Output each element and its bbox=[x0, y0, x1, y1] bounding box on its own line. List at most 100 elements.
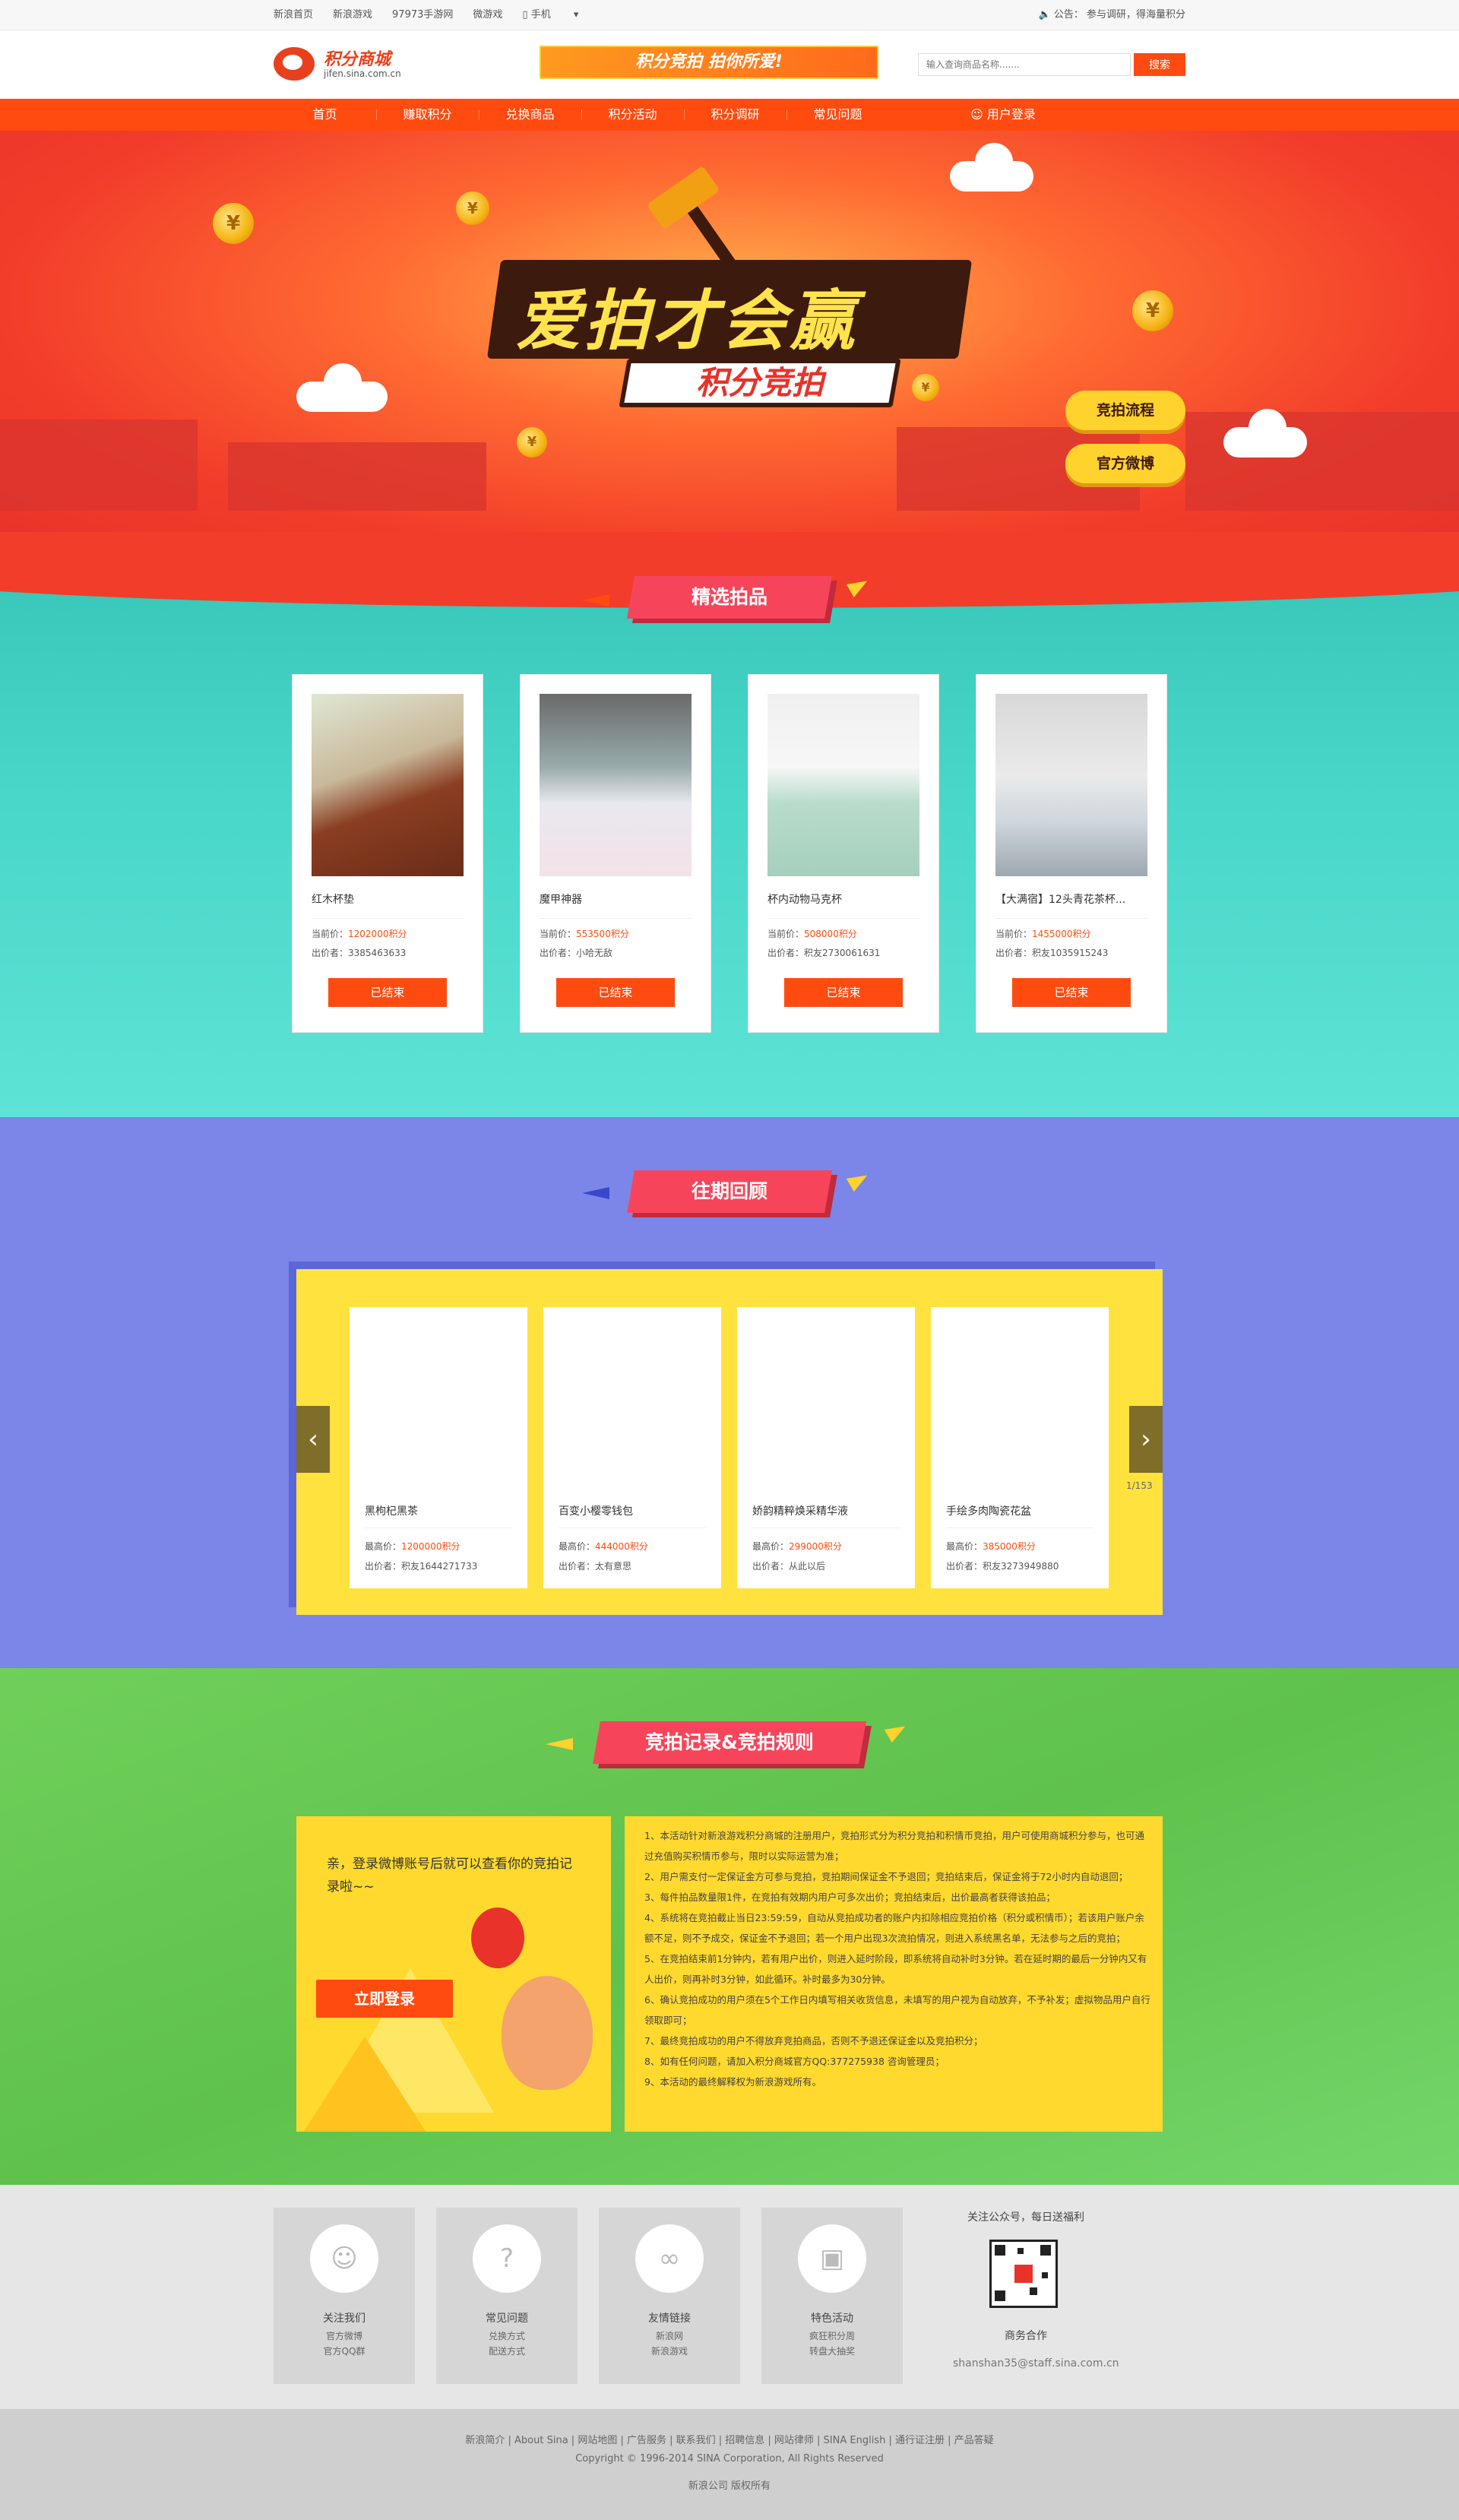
product-name[interactable]: 【大满宿】12头青花茶杯... bbox=[995, 891, 1147, 907]
cloud-decoration bbox=[950, 143, 1033, 192]
footer-link[interactable]: 新浪网 bbox=[599, 2329, 740, 2342]
nav-activities[interactable]: 积分活动 bbox=[581, 99, 684, 131]
footer-box-links: ∞ 友情链接 新浪网 新浪游戏 bbox=[599, 2208, 740, 2384]
title-decoration bbox=[846, 1168, 872, 1192]
title-decoration bbox=[582, 594, 609, 606]
bidder: 出价者：积友1035915243 bbox=[995, 948, 1109, 958]
past-auction-card[interactable]: 百变小樱零钱包 最高价：444000积分 出价者：太有意思 bbox=[543, 1307, 721, 1588]
nav-login[interactable]: ☺ 用户登录 bbox=[942, 99, 1064, 131]
past-auction-card[interactable]: 手绘多肉陶瓷花盆 最高价：385000积分 出价者：积友3273949880 bbox=[931, 1307, 1109, 1588]
product-name[interactable]: 杯内动物马克杯 bbox=[767, 891, 919, 907]
bottom-links[interactable]: 新浪简介 | About Sina | 网站地图 | 广告服务 | 联系我们 |… bbox=[0, 2432, 1459, 2446]
product-name[interactable]: 百变小樱零钱包 bbox=[559, 1503, 633, 1518]
top-link-mobile[interactable]: ▯ 手机 ▾ bbox=[522, 0, 578, 30]
business-email[interactable]: shanshan35@staff.sina.com.cn bbox=[953, 2357, 1119, 2370]
header-ad-banner[interactable]: 积分竞拍 拍你所爱! bbox=[540, 46, 878, 79]
nav-home[interactable]: 首页 bbox=[274, 99, 376, 131]
product-name[interactable]: 黑枸杞黑茶 bbox=[365, 1503, 418, 1518]
section-title-featured: 精选拍品 bbox=[627, 576, 832, 619]
auction-card[interactable]: 【大满宿】12头青花茶杯... 当前价：1455000积分 出价者：积友1035… bbox=[976, 675, 1166, 1032]
coin-icon: ¥ bbox=[1132, 290, 1173, 331]
cloud-decoration bbox=[296, 363, 388, 412]
auction-process-button[interactable]: 竞拍流程 bbox=[1065, 391, 1185, 430]
search-input[interactable] bbox=[918, 53, 1131, 76]
records-rules-section: 竞拍记录&竞拍规则 亲，登录微博账号后就可以查看你的竞拍记录啦~~ 立即登录 1… bbox=[0, 1668, 1459, 2185]
nav-earn-points[interactable]: 赚取积分 bbox=[376, 99, 479, 131]
bidder: 出价者：积友3273949880 bbox=[946, 1561, 1059, 1572]
past-auction-card[interactable]: 娇韵精粹焕采精华液 最高价：299000积分 出价者：从此以后 bbox=[737, 1307, 915, 1588]
sina-eye-icon bbox=[274, 47, 315, 81]
login-prompt-text: 亲，登录微博账号后就可以查看你的竞拍记录啦~~ bbox=[327, 1857, 572, 1895]
search-button[interactable]: 搜索 bbox=[1134, 53, 1185, 76]
notice-text[interactable]: 公告： 参与调研，得海量积分 bbox=[1054, 9, 1185, 21]
footer-link[interactable]: 配送方式 bbox=[436, 2344, 578, 2357]
question-icon: ? bbox=[473, 2224, 541, 2293]
coin-icon: ¥ bbox=[912, 374, 939, 401]
carousel-next-button[interactable]: › bbox=[1129, 1406, 1163, 1473]
product-image[interactable] bbox=[995, 694, 1147, 876]
divider bbox=[995, 918, 1147, 919]
highest-price: 最高价：444000积分 bbox=[559, 1541, 648, 1552]
section-title-records: 竞拍记录&竞拍规则 bbox=[593, 1721, 866, 1764]
rule-item: 2、用户需支付一定保证金方可参与竞拍，竞拍期间保证金不予退回；竞拍结束后，保证金… bbox=[644, 1871, 1128, 1882]
user-plus-icon: ☺ bbox=[310, 2224, 378, 2293]
carousel-prev-button[interactable]: ‹ bbox=[296, 1406, 330, 1473]
footer-box-title: 特色活动 bbox=[811, 2313, 853, 2325]
title-decoration bbox=[884, 1719, 910, 1743]
login-now-button[interactable]: 立即登录 bbox=[316, 1980, 453, 2018]
bidder: 出价者：3385463633 bbox=[312, 948, 407, 958]
logo-url: jifen.sina.com.cn bbox=[324, 68, 401, 79]
nav-faq[interactable]: 常见问题 bbox=[786, 99, 889, 131]
rule-item: 1、本活动针对新浪游戏积分商城的注册用户，竞拍形式分为积分竞拍和积情币竞拍，用户… bbox=[644, 1830, 1144, 1862]
footer-link[interactable]: 转盘大抽奖 bbox=[761, 2344, 903, 2357]
auction-card[interactable]: 红木杯垫 当前价：1202000积分 出价者：3385463633 已结束 bbox=[293, 675, 483, 1032]
top-link-97973[interactable]: 97973手游网 bbox=[392, 0, 453, 30]
bidder: 出价者：积友1644271733 bbox=[365, 1561, 478, 1572]
section-title-past: 往期回顾 bbox=[627, 1170, 832, 1213]
notice: 🔈 公告： 参与调研，得海量积分 bbox=[1039, 0, 1185, 30]
mascot-illustration bbox=[502, 1976, 593, 2090]
ended-button[interactable]: 已结束 bbox=[784, 978, 903, 1007]
qr-code bbox=[989, 2240, 1058, 2308]
nav-survey[interactable]: 积分调研 bbox=[684, 99, 786, 131]
product-name[interactable]: 娇韵精粹焕采精华液 bbox=[752, 1503, 848, 1518]
top-link-sina-home[interactable]: 新浪首页 bbox=[274, 0, 313, 30]
product-image[interactable] bbox=[312, 694, 464, 876]
auction-card[interactable]: 杯内动物马克杯 当前价：508000积分 出价者：积友2730061631 已结… bbox=[748, 675, 938, 1032]
ended-button[interactable]: 已结束 bbox=[1012, 978, 1131, 1007]
current-price: 当前价：553500积分 bbox=[540, 929, 629, 939]
past-carousel: ‹ 黑枸杞黑茶 最高价：1200000积分 出价者：积友1644271733 百… bbox=[296, 1269, 1163, 1615]
business-cooperation: 商务合作 bbox=[1005, 2330, 1047, 2342]
bidder: 出价者：太有意思 bbox=[559, 1561, 632, 1572]
title-decoration bbox=[582, 1187, 609, 1199]
ended-button[interactable]: 已结束 bbox=[328, 978, 447, 1007]
footer-link[interactable]: 兑换方式 bbox=[436, 2329, 578, 2342]
footer-link[interactable]: 疯狂积分周 bbox=[761, 2329, 903, 2342]
auction-card[interactable]: 魔甲神器 当前价：553500积分 出价者：小哈无敌 已结束 bbox=[521, 675, 711, 1032]
search-form: 搜索 bbox=[918, 53, 1185, 76]
auction-rules-box: 1、本活动针对新浪游戏积分商城的注册用户，竞拍形式分为积分竞拍和积情币竞拍，用户… bbox=[625, 1816, 1163, 2132]
footer-link[interactable]: 官方微博 bbox=[274, 2329, 415, 2342]
product-image[interactable] bbox=[767, 694, 919, 876]
bidder: 出价者：积友2730061631 bbox=[767, 948, 881, 958]
footer-link[interactable]: 官方QQ群 bbox=[274, 2344, 415, 2357]
ended-button[interactable]: 已结束 bbox=[556, 978, 675, 1007]
product-name[interactable]: 魔甲神器 bbox=[540, 891, 692, 907]
coin-icon: ¥ bbox=[456, 192, 489, 225]
hero-banner: ¥ ¥ ¥ ¥ ¥ 爱拍才会赢 积分竞拍 竞拍流程 官方微博 bbox=[0, 131, 1459, 556]
top-link-sina-games[interactable]: 新浪游戏 bbox=[333, 0, 372, 30]
bidder: 出价者：从此以后 bbox=[752, 1561, 826, 1572]
product-image[interactable] bbox=[540, 694, 692, 876]
product-name[interactable]: 手绘多肉陶瓷花盆 bbox=[946, 1503, 1031, 1518]
nav-exchange[interactable]: 兑换商品 bbox=[479, 99, 581, 131]
top-link-micro-games[interactable]: 微游戏 bbox=[473, 0, 502, 30]
official-weibo-button[interactable]: 官方微博 bbox=[1065, 444, 1185, 483]
gift-icon: ▣ bbox=[798, 2224, 866, 2293]
rule-item: 4、系统将在竞拍截止当日23:59:59，自动从竞拍成功者的账户内扣除相应竞拍价… bbox=[644, 1912, 1144, 1944]
logo[interactable]: 积分商城 jifen.sina.com.cn bbox=[274, 44, 410, 87]
past-auction-card[interactable]: 黑枸杞黑茶 最高价：1200000积分 出价者：积友1644271733 bbox=[350, 1307, 527, 1588]
rule-item: 6、确认竞拍成功的用户须在5个工作日内填写相关收货信息，未填写的用户视为自动放弃… bbox=[644, 1994, 1150, 2026]
product-name[interactable]: 红木杯垫 bbox=[312, 891, 464, 907]
footer-link[interactable]: 新浪游戏 bbox=[599, 2344, 740, 2357]
rule-item: 7、最终竞拍成功的用户不得放弃竞拍商品，否则不予退还保证金以及竞拍积分； bbox=[644, 2035, 983, 2047]
